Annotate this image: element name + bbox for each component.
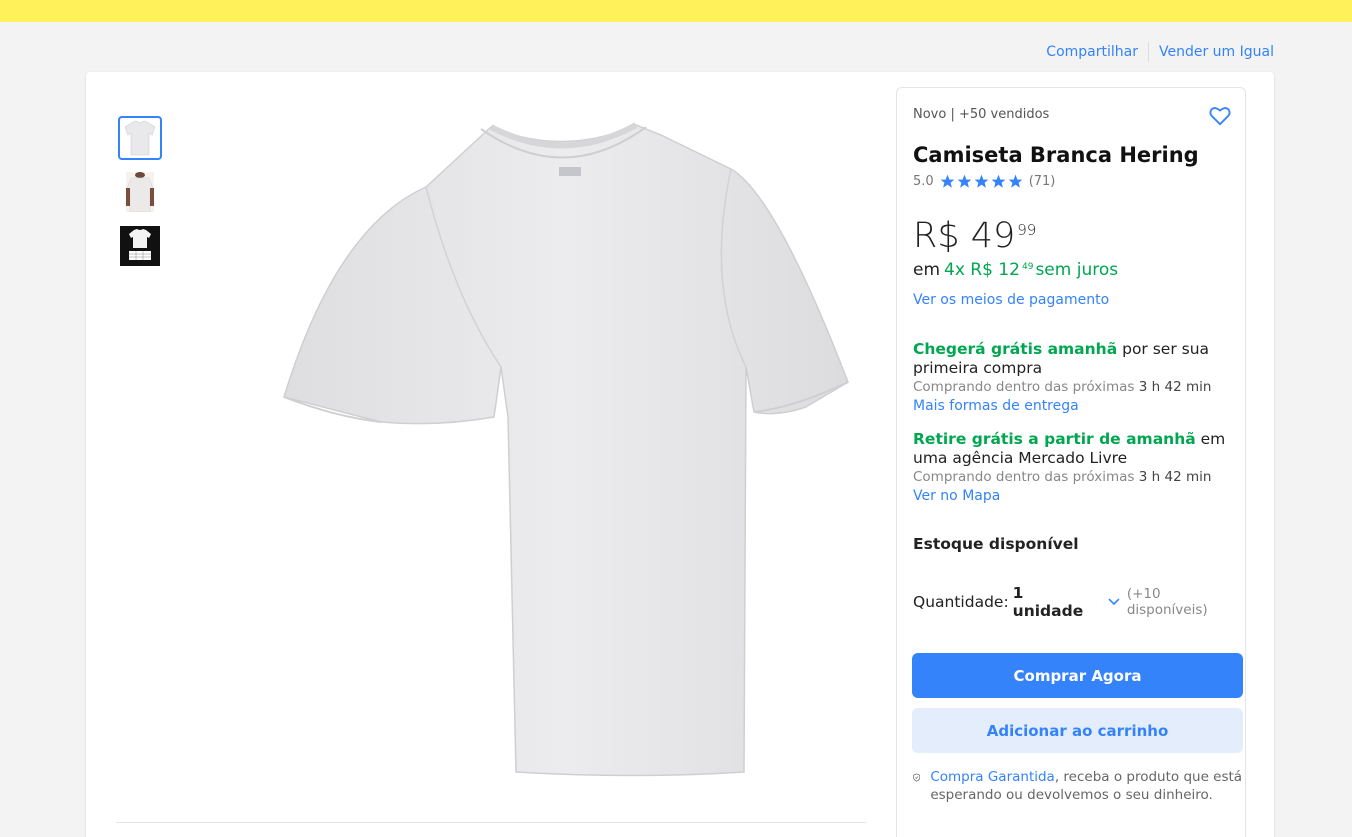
quantity-value: 1 unidade bbox=[1012, 584, 1084, 620]
price-main: R$ 49 bbox=[913, 216, 1016, 256]
purchase-guarantee: Compra Garantida, receba o produto que e… bbox=[913, 768, 1243, 804]
top-links: Compartilhar Vender um Igual bbox=[1046, 42, 1274, 62]
stock-label: Estoque disponível bbox=[913, 535, 1079, 553]
rating-stars bbox=[940, 174, 1023, 189]
condition-label: Novo | +50 vendidos bbox=[913, 107, 1050, 122]
thumbnail-2[interactable] bbox=[118, 170, 162, 214]
tshirt-thumbnail-image bbox=[124, 120, 156, 156]
star-icon bbox=[957, 174, 972, 188]
quantity-selector[interactable]: Quantidade: 1 unidade (+10 disponíveis) bbox=[913, 584, 1245, 620]
thumbnail-3[interactable] bbox=[118, 224, 162, 268]
thumbnail-list bbox=[118, 116, 162, 278]
more-delivery-options-link[interactable]: Mais formas de entrega bbox=[913, 397, 1233, 416]
installments: em 4x R$ 12 49 sem juros bbox=[913, 260, 1118, 280]
quantity-available: (+10 disponíveis) bbox=[1126, 586, 1208, 618]
divider bbox=[116, 822, 866, 823]
payment-methods-link[interactable]: Ver os meios de pagamento bbox=[913, 292, 1109, 308]
buy-box: Novo | +50 vendidos Camiseta Branca Heri… bbox=[896, 87, 1246, 837]
installments-prefix: em bbox=[913, 260, 941, 280]
main-product-image[interactable] bbox=[276, 117, 856, 782]
sell-similar-link[interactable]: Vender um Igual bbox=[1159, 44, 1274, 60]
top-bar bbox=[0, 0, 1352, 22]
chevron-down-icon bbox=[1108, 598, 1120, 606]
rating[interactable]: 5.0 (71) bbox=[913, 174, 1055, 189]
size-chart-thumbnail-image bbox=[120, 226, 160, 266]
share-link[interactable]: Compartilhar bbox=[1046, 44, 1138, 60]
pickup-timer: 3 h 42 min bbox=[1138, 469, 1212, 485]
installments-value: 4x R$ 12 bbox=[944, 260, 1020, 280]
pickup-highlight: Retire grátis a partir de amanhã bbox=[913, 430, 1196, 448]
star-icon bbox=[1008, 174, 1023, 188]
buy-now-button[interactable]: Comprar Agora bbox=[912, 653, 1243, 698]
installments-cents: 49 bbox=[1021, 262, 1034, 272]
star-icon bbox=[974, 174, 989, 188]
heart-icon bbox=[1209, 107, 1231, 126]
favorite-button[interactable] bbox=[1209, 106, 1231, 130]
delivery-info: Chegerá grátis amanhã por ser sua primei… bbox=[913, 340, 1233, 416]
tshirt-image bbox=[283, 122, 849, 777]
add-to-cart-button[interactable]: Adicionar ao carrinho bbox=[912, 708, 1243, 753]
rating-score: 5.0 bbox=[913, 174, 934, 189]
guarantee-link[interactable]: Compra Garantida bbox=[930, 769, 1055, 785]
delivery-timer-label: Comprando dentro das próximas bbox=[913, 379, 1139, 395]
delivery-highlight: Chegerá grátis amanhã bbox=[913, 340, 1118, 358]
price: R$ 49 99 bbox=[913, 216, 1036, 256]
shield-check-icon bbox=[913, 773, 921, 782]
divider bbox=[1147, 42, 1149, 62]
thumbnail-1[interactable] bbox=[118, 116, 162, 160]
product-title: Camiseta Branca Hering bbox=[913, 143, 1199, 167]
pickup-info: Retire grátis a partir de amanhã em uma … bbox=[913, 430, 1233, 506]
star-icon bbox=[991, 174, 1006, 188]
view-map-link[interactable]: Ver no Mapa bbox=[913, 487, 1233, 506]
review-count: (71) bbox=[1028, 174, 1056, 189]
quantity-label: Quantidade: bbox=[913, 593, 1009, 611]
product-card: Novo | +50 vendidos Camiseta Branca Heri… bbox=[86, 72, 1274, 837]
price-cents: 99 bbox=[1017, 221, 1037, 239]
delivery-timer: 3 h 42 min bbox=[1138, 379, 1212, 395]
pickup-timer-label: Comprando dentro das próximas bbox=[913, 469, 1139, 485]
installments-suffix: sem juros bbox=[1035, 260, 1119, 280]
star-icon bbox=[940, 174, 955, 188]
model-thumbnail-image bbox=[126, 172, 154, 212]
